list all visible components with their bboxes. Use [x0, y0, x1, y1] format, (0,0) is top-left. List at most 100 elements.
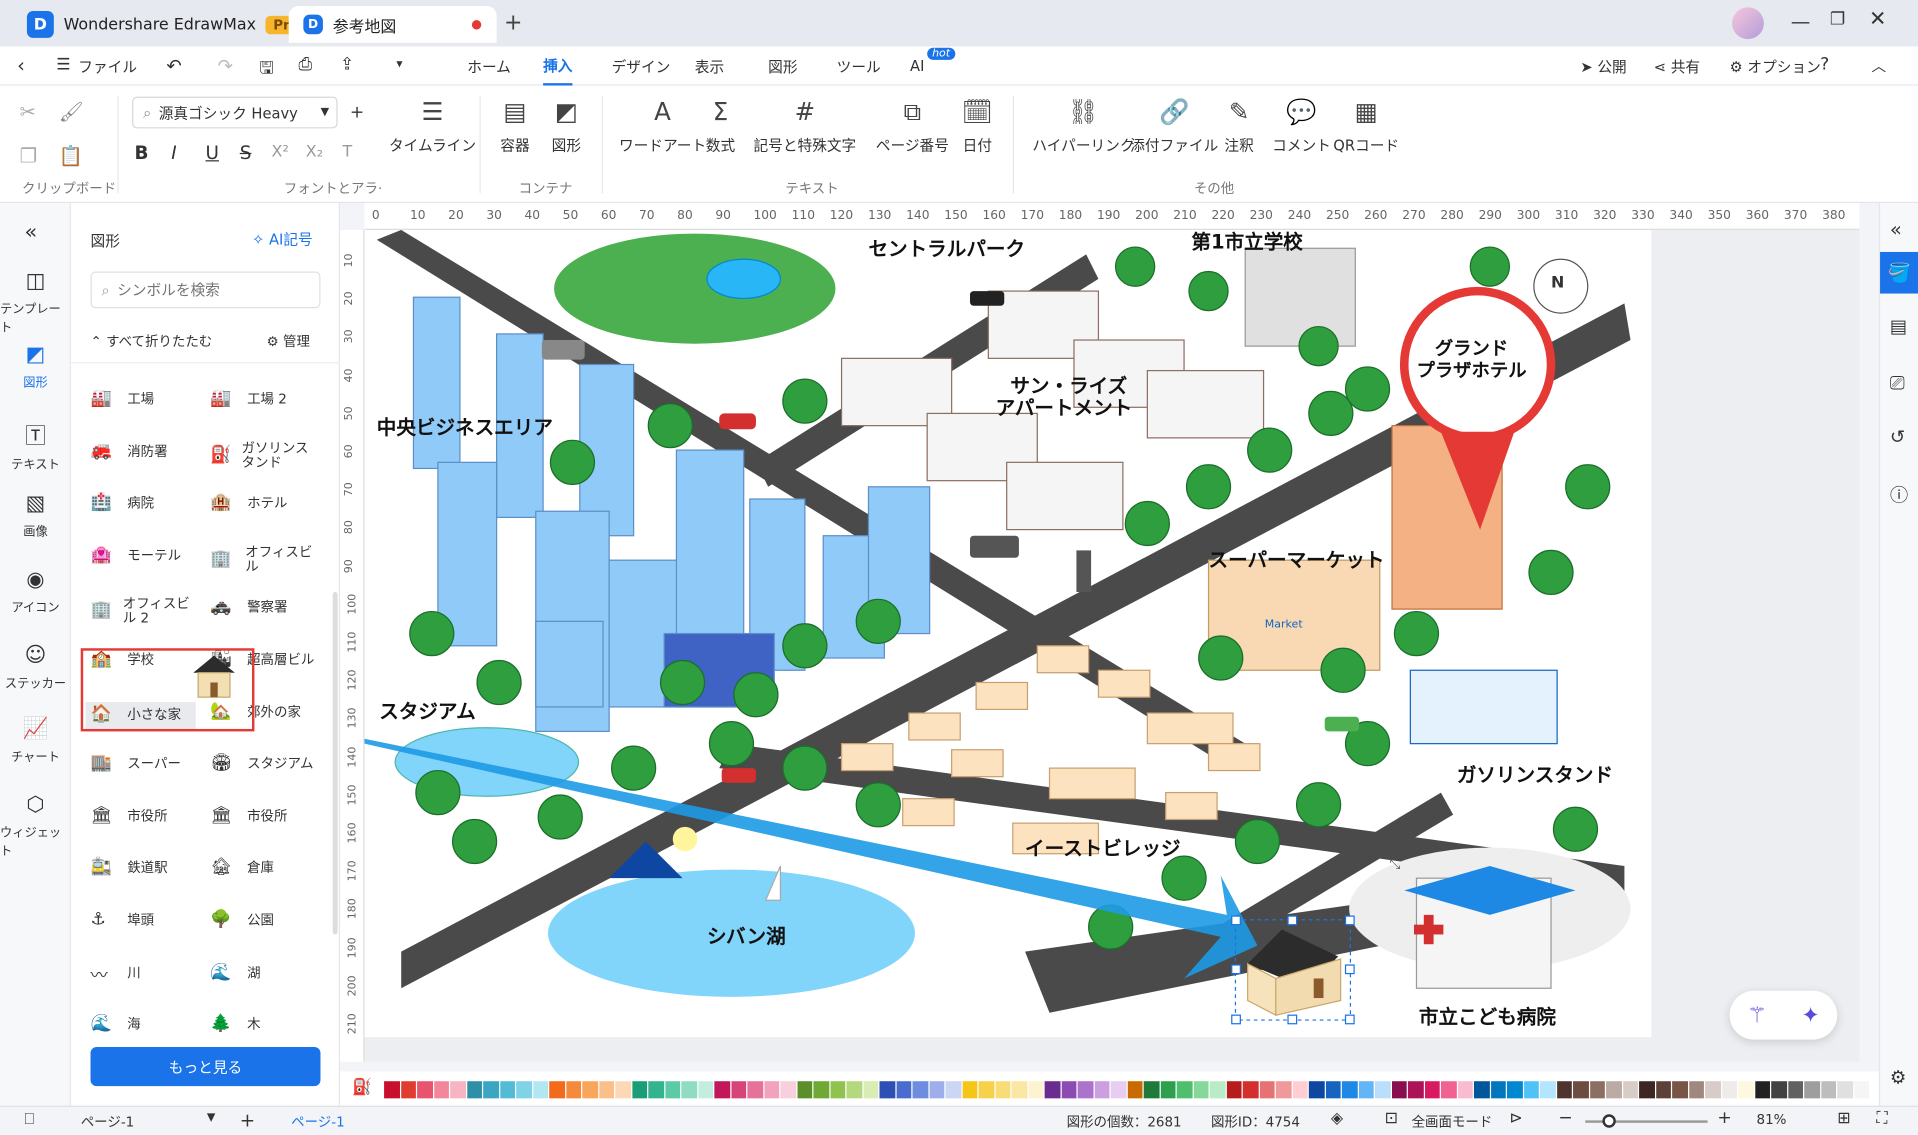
- color-swatch[interactable]: [1540, 1081, 1556, 1099]
- color-swatch[interactable]: [1341, 1081, 1358, 1099]
- ai-symbol-button[interactable]: ✧ AI記号: [252, 229, 313, 250]
- color-swatch[interactable]: [929, 1081, 945, 1099]
- font-select[interactable]: ⌕ 源真ゴシック Heavy ▼: [132, 96, 338, 129]
- shape-item[interactable]: ⛽ ガソリンスタンド: [210, 440, 320, 470]
- shape-item[interactable]: 🏢 オフィスビル 2: [91, 597, 201, 626]
- color-swatch[interactable]: [516, 1081, 532, 1099]
- color-swatch[interactable]: [1738, 1081, 1754, 1099]
- color-swatch[interactable]: [1209, 1081, 1226, 1099]
- color-swatch[interactable]: [565, 1081, 582, 1099]
- color-swatch[interactable]: [846, 1081, 862, 1099]
- color-swatch[interactable]: [1804, 1081, 1820, 1099]
- color-swatch[interactable]: [615, 1081, 631, 1099]
- manage-button[interactable]: ⚙ 管理: [267, 331, 310, 351]
- paste-icon[interactable]: 📋: [59, 144, 83, 167]
- avatar[interactable]: [1732, 7, 1764, 40]
- maximize-icon[interactable]: ❐: [1830, 10, 1845, 30]
- page-layout-icon[interactable]: ⎕: [24, 1111, 34, 1129]
- color-swatch[interactable]: [1473, 1081, 1490, 1099]
- bold-icon[interactable]: B: [135, 142, 149, 164]
- color-swatch[interactable]: [763, 1081, 780, 1099]
- menu-tools[interactable]: ツール: [837, 46, 881, 85]
- fit-icon[interactable]: ⊡: [1385, 1109, 1398, 1127]
- color-swatch[interactable]: [1622, 1081, 1638, 1099]
- panel-scrollbar[interactable]: [332, 591, 338, 935]
- symbol-button[interactable]: # 記号と特殊文字: [753, 95, 856, 155]
- color-swatch[interactable]: [879, 1081, 895, 1099]
- color-swatch[interactable]: [1193, 1081, 1209, 1099]
- color-swatch[interactable]: [1242, 1081, 1259, 1099]
- color-swatch[interactable]: [384, 1081, 400, 1099]
- color-swatch[interactable]: [681, 1081, 697, 1099]
- fill-bucket-icon[interactable]: ⛽: [352, 1079, 372, 1097]
- color-swatch[interactable]: [796, 1081, 813, 1099]
- help-circle-icon[interactable]: ⓘ: [1890, 482, 1908, 508]
- italic-icon[interactable]: I: [171, 142, 176, 164]
- color-swatch[interactable]: [1490, 1081, 1506, 1099]
- app-tab[interactable]: D Wondershare EdrawMax Pro: [12, 6, 321, 43]
- color-swatch[interactable]: [1374, 1081, 1391, 1099]
- shape-item[interactable]: 🌳 公園: [210, 910, 320, 932]
- copy-icon[interactable]: ❐: [20, 144, 38, 167]
- color-swatch[interactable]: [483, 1081, 499, 1099]
- shape-item[interactable]: 🏥 病院: [91, 493, 201, 515]
- fullscreen-icon[interactable]: ⛶: [1876, 1109, 1887, 1127]
- color-swatch[interactable]: [598, 1081, 615, 1099]
- color-swatch[interactable]: [780, 1081, 796, 1099]
- color-swatch[interactable]: [1754, 1081, 1770, 1099]
- color-swatch[interactable]: [1391, 1081, 1407, 1099]
- color-swatch[interactable]: [532, 1081, 548, 1099]
- file-menu[interactable]: ファイル: [78, 46, 137, 85]
- color-swatch[interactable]: [1143, 1081, 1159, 1099]
- color-swatch[interactable]: [631, 1081, 648, 1099]
- color-swatch[interactable]: [1853, 1081, 1870, 1099]
- page-select[interactable]: ページ-1 ▼: [81, 1112, 216, 1132]
- color-swatch[interactable]: [1011, 1081, 1027, 1099]
- comment-button[interactable]: 💬 コメント: [1272, 95, 1331, 155]
- collapse-left-icon[interactable]: «: [24, 220, 37, 244]
- color-swatch[interactable]: [1424, 1081, 1440, 1099]
- add-page-icon[interactable]: +: [240, 1109, 255, 1131]
- color-swatch[interactable]: [450, 1081, 466, 1099]
- color-swatch[interactable]: [714, 1081, 730, 1099]
- shape-item[interactable]: 🏛 市役所: [91, 806, 201, 828]
- color-swatch[interactable]: [1655, 1081, 1671, 1099]
- menu-shape[interactable]: 図形: [768, 46, 797, 85]
- color-swatch[interactable]: [433, 1081, 449, 1099]
- symbol-search[interactable]: ⌕: [90, 271, 321, 309]
- zoom-slider[interactable]: [1585, 1114, 1708, 1128]
- magic-wand-icon[interactable]: ⚚: [1747, 1002, 1767, 1028]
- page-number-button[interactable]: ⧉ ページ番号: [876, 95, 949, 155]
- color-swatch[interactable]: [962, 1081, 978, 1099]
- fullscreen-button[interactable]: 全画面モード: [1412, 1112, 1493, 1132]
- shape-item[interactable]: 🏢 オフィスビル: [210, 545, 320, 574]
- sidebar-item-text[interactable]: 🅃 テキスト: [0, 418, 71, 472]
- wordart-button[interactable]: A ワードアート: [619, 95, 706, 155]
- collapse-ribbon-icon[interactable]: ︿: [1871, 55, 1886, 76]
- menu-ai[interactable]: AI: [910, 46, 924, 85]
- close-icon[interactable]: ✕: [1869, 7, 1886, 31]
- color-swatch[interactable]: [1407, 1081, 1424, 1099]
- shape-item[interactable]: 🚉 鉄道駅: [91, 858, 201, 880]
- canvas[interactable]: セントラルパーク 第1市立学校 サン・ライズ アパートメント 中央ビジネスエリア…: [364, 229, 1860, 1062]
- doc-tab[interactable]: D 参考地図 ●: [288, 6, 497, 43]
- color-swatch[interactable]: [466, 1081, 482, 1099]
- color-swatch[interactable]: [1110, 1081, 1126, 1099]
- color-swatch[interactable]: [1573, 1081, 1589, 1099]
- color-swatch[interactable]: [417, 1081, 433, 1099]
- print-icon[interactable]: ⎙: [298, 55, 312, 75]
- color-swatch[interactable]: [1837, 1081, 1853, 1099]
- zoom-level[interactable]: 81%: [1757, 1112, 1787, 1128]
- color-swatch[interactable]: [1275, 1081, 1292, 1099]
- font-size-up-icon[interactable]: +: [350, 103, 364, 123]
- color-swatch[interactable]: [648, 1081, 664, 1099]
- hamburger-icon[interactable]: ☰: [56, 56, 70, 74]
- note-button[interactable]: ✎ 注釈: [1223, 95, 1255, 155]
- shape-item[interactable]: 🏟 スタジアム: [210, 754, 320, 776]
- format-painter-icon[interactable]: 🖌: [59, 100, 84, 123]
- redo-icon[interactable]: ↷: [218, 55, 233, 77]
- color-swatch[interactable]: [1127, 1081, 1143, 1099]
- sidebar-item-icon[interactable]: ◉ アイコン: [0, 568, 71, 616]
- sparkle-icon[interactable]: ✦: [1801, 1002, 1819, 1028]
- date-button[interactable]: 🗓 日付: [961, 95, 993, 155]
